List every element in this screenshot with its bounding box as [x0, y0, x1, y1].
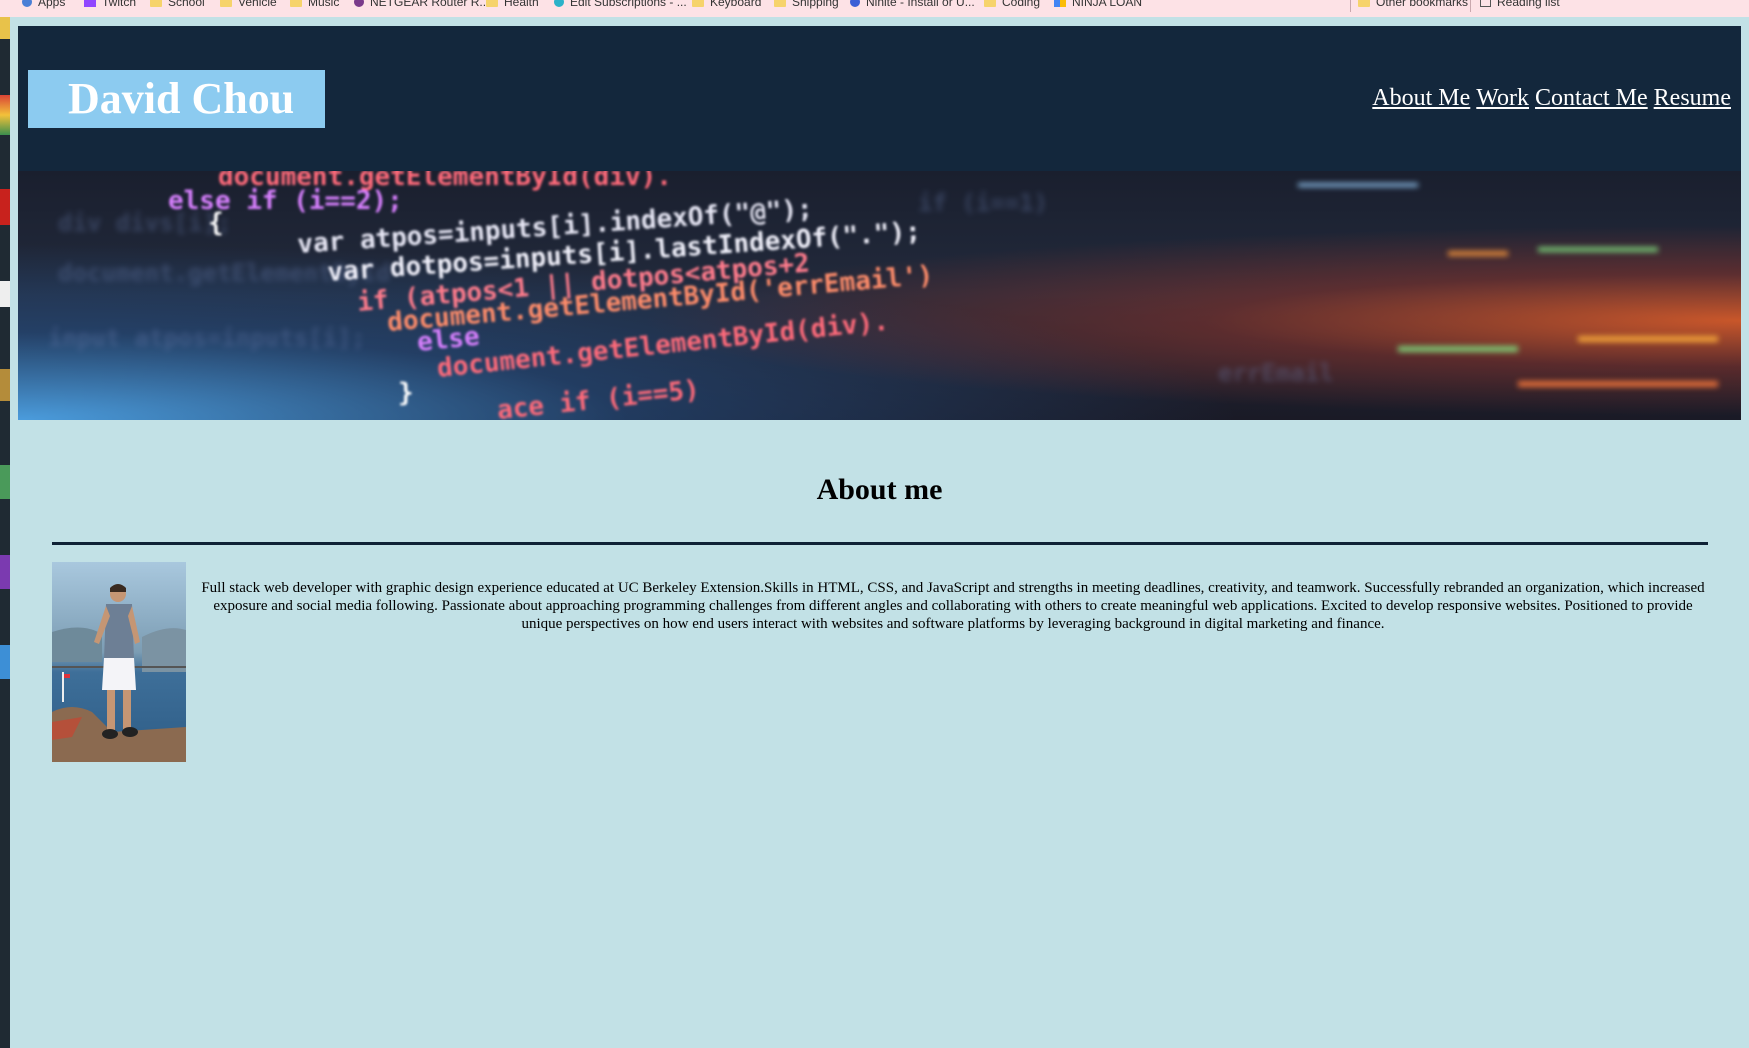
bookmark-label: Health	[504, 0, 539, 9]
desktop-icon	[0, 17, 10, 39]
bookmark-label: NETGEAR Router R...	[370, 0, 490, 9]
code-line: else if (i==2);	[168, 186, 403, 216]
code-background-image: div divs[i]; document.getElementById inp…	[48, 171, 1718, 420]
bookmark-ninja-loan[interactable]: NINJA LOAN	[1054, 0, 1142, 9]
bookmark-keyboard[interactable]: Keyboard	[692, 0, 761, 9]
code-line: }	[398, 378, 414, 408]
desktop-icon	[0, 465, 10, 499]
bookmark-ninite[interactable]: Ninite - Install or U...	[850, 0, 975, 9]
bookmark-label: NINJA LOAN	[1072, 0, 1143, 9]
bookmark-coding[interactable]: Coding	[984, 0, 1040, 9]
folder-icon	[774, 0, 786, 7]
bookmark-twitch[interactable]: Twitch	[84, 0, 136, 9]
bookmark-label: Edit Subscriptions - ...	[570, 0, 687, 9]
bookmarks-separator	[1350, 0, 1351, 12]
bookmark-label: Reading list	[1497, 0, 1560, 9]
desktop-icon	[0, 555, 10, 589]
desktop-icon	[0, 369, 10, 401]
bookmark-music[interactable]: Music	[290, 0, 339, 9]
netgear-icon	[354, 0, 364, 7]
folder-icon	[220, 0, 232, 7]
code-line: {	[208, 208, 224, 238]
site-logo[interactable]: David Chou	[28, 70, 325, 128]
folder-icon	[1358, 0, 1370, 7]
apps-grid-icon	[22, 0, 32, 7]
bookmark-label: Twitch	[102, 0, 137, 9]
bookmarks-bar: Apps Twitch School Vehicle Music NETGEAR…	[0, 0, 1749, 18]
bookmark-label: Keyboard	[710, 0, 762, 9]
folder-icon	[150, 0, 162, 7]
twitch-icon	[84, 0, 96, 7]
svg-text:input atpos=inputs[i];: input atpos=inputs[i];	[48, 324, 366, 352]
section-divider	[52, 542, 1708, 545]
bookmark-label: Apps	[38, 0, 66, 9]
site-header: David Chou About Me Work Contact Me Resu…	[18, 26, 1741, 171]
main-nav: About Me Work Contact Me Resume	[1372, 84, 1731, 112]
nav-contact-me[interactable]: Contact Me	[1535, 84, 1648, 112]
web-page: David Chou About Me Work Contact Me Resu…	[10, 17, 1749, 1048]
folder-icon	[290, 0, 302, 7]
svg-text:if (i==1): if (i==1)	[918, 189, 1048, 217]
nav-about-me[interactable]: About Me	[1372, 84, 1470, 112]
subscriptions-icon	[554, 0, 564, 7]
bookmark-netgear[interactable]: NETGEAR Router R...	[354, 0, 489, 9]
bookmarks-separator	[1470, 0, 1471, 12]
bookmark-label: Other bookmarks	[1376, 0, 1469, 9]
chrome-icon	[0, 95, 10, 135]
folder-icon	[692, 0, 704, 7]
nav-work[interactable]: Work	[1476, 84, 1529, 112]
reading-list-icon	[1480, 0, 1491, 7]
bookmark-label: School	[168, 0, 205, 9]
bookmark-label: Ninite - Install or U...	[866, 0, 975, 9]
about-heading: About me	[816, 473, 943, 506]
hero-code-banner: div divs[i]; document.getElementById inp…	[18, 171, 1741, 420]
ninja-loan-icon	[1054, 0, 1066, 7]
nav-resume[interactable]: Resume	[1654, 84, 1731, 112]
desktop-icon	[0, 281, 10, 307]
svg-text:errEmail: errEmail	[1218, 359, 1334, 387]
profile-photo	[52, 562, 186, 762]
pdf-icon	[0, 189, 10, 225]
code-line: ace if (i==5)	[496, 375, 702, 420]
desktop-icon	[0, 645, 10, 679]
bookmark-shipping[interactable]: Shipping	[774, 0, 839, 9]
bookmark-label: Shipping	[792, 0, 839, 9]
desktop-icons-strip	[0, 17, 10, 1048]
bookmark-school[interactable]: School	[150, 0, 205, 9]
bookmark-other-bookmarks[interactable]: Other bookmarks	[1358, 0, 1468, 9]
about-bio: Full stack web developer with graphic de…	[201, 580, 1705, 632]
bookmark-label: Vehicle	[238, 0, 277, 9]
folder-icon	[486, 0, 498, 7]
bookmark-label: Music	[308, 0, 340, 9]
bookmark-vehicle[interactable]: Vehicle	[220, 0, 277, 9]
folder-icon	[984, 0, 996, 7]
bookmark-reading-list[interactable]: Reading list	[1480, 0, 1560, 9]
ninite-icon	[850, 0, 860, 7]
bookmark-edit-subscriptions[interactable]: Edit Subscriptions - ...	[554, 0, 687, 9]
bookmark-health[interactable]: Health	[486, 0, 539, 9]
bookmark-apps[interactable]: Apps	[22, 0, 65, 9]
profile-photo-image	[52, 562, 186, 762]
bookmark-label: Coding	[1002, 0, 1041, 9]
